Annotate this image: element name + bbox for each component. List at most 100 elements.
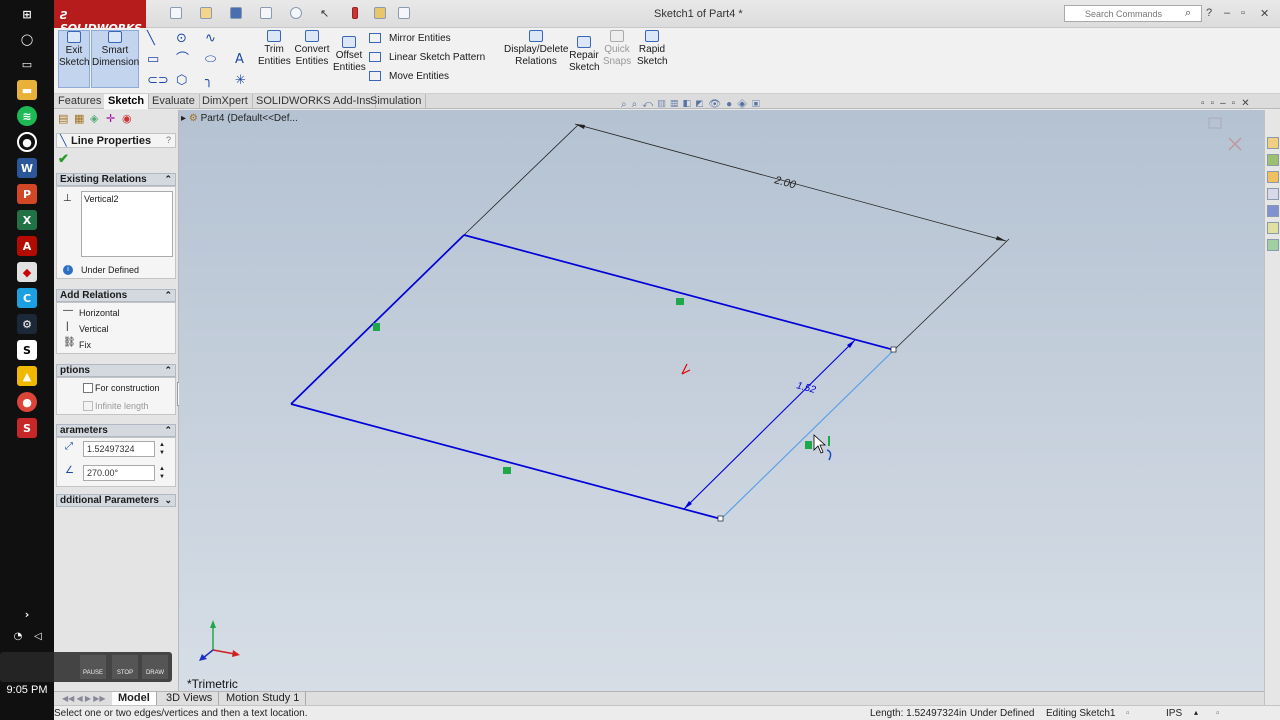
collapse-chevron-icon[interactable]: ⌃ [164,425,172,436]
spline-tool-icon[interactable]: ∿ [205,32,216,45]
dimxpert-tab-icon[interactable]: ✛ [106,112,115,125]
angle-input[interactable]: 270.00° [83,465,155,481]
length-spinner[interactable]: ▲ ▼ [159,441,165,457]
move-entities-button[interactable]: Move Entities [369,71,449,82]
graphics-area[interactable]: ▸ ⚙ Part4 (Default<<Def... ⌕⌕↶▥▦◧◩👁●◈▣ ▫… [179,98,1264,705]
panel-help-icon[interactable]: ? [166,135,171,145]
hide-show-icon[interactable]: 👁 [708,99,726,110]
tab-motion-study-1[interactable]: Motion Study 1 [220,692,307,705]
ok-checkmark-icon[interactable]: ✔ [58,151,69,167]
view-settings-icon[interactable]: ▣ [752,99,765,110]
spotify-icon[interactable]: ≋ [17,106,37,126]
expand-chevron-icon[interactable]: ⌄ [164,495,172,506]
add-fix-relation[interactable]: Fix [79,340,91,350]
tab-evaluate[interactable]: Evaluate [148,94,200,109]
tab-sketch[interactable]: Sketch [104,94,150,109]
viewport-minimize-icon[interactable]: – [1220,98,1232,109]
viewport-restore-icon[interactable]: ▫ [1201,98,1211,109]
task-view-icon[interactable]: ▭ [17,54,37,74]
fillet-tool-icon[interactable]: ╮ [205,74,213,87]
dynamic-annotation-icon[interactable]: ▦ [671,99,684,110]
steam-icon[interactable]: ⚙ [17,314,37,334]
tab-simulation[interactable]: Simulation [366,94,427,109]
scene-icon[interactable]: ◈ [737,99,752,110]
existing-relations-header[interactable]: Existing Relations ⌃ [56,173,176,186]
trim-entities-button[interactable]: Trim Entities [258,30,291,68]
mirror-entities-button[interactable]: Mirror Entities [369,33,451,44]
draw-button[interactable]: DRAW [142,655,168,679]
additional-parameters-header[interactable]: dditional Parameters ⌄ [56,494,176,507]
convert-entities-button[interactable]: Convert Entities [292,30,332,68]
view-palette-icon[interactable] [1267,188,1279,200]
zoom-area-icon[interactable]: ⌕ [632,99,643,110]
system-clock[interactable]: 9:05 PM [0,684,54,696]
status-tooltip-icon[interactable]: ▫ [1216,708,1220,719]
vertical-relation-glyph[interactable] [373,323,380,331]
chevron-right-icon[interactable]: › [17,604,37,624]
relations-list[interactable]: Vertical2 [81,191,173,257]
dimension-value-1-52[interactable]: 1.52 [795,380,817,396]
search-icon[interactable]: ⌕ [1185,7,1191,20]
horizontal-relation-glyph[interactable] [503,467,511,474]
maximize-icon[interactable]: ▫ [1241,7,1245,19]
quick-snaps-button[interactable]: Quick Snaps [602,30,632,68]
smart-dimension-button[interactable]: Smart Dimension [91,30,139,88]
file-explorer-pane-icon[interactable] [1267,171,1279,183]
collapse-chevron-icon[interactable]: ⌃ [164,365,172,376]
tab-features[interactable]: Features [54,94,107,109]
sketch-line-right-selected[interactable] [720,349,895,520]
arc-tool-icon[interactable]: ⌒ [176,53,189,66]
exit-sketch-button[interactable]: Exit Sketch [58,30,90,88]
save-icon[interactable] [230,7,242,19]
parameters-header[interactable]: arameters ⌃ [56,424,176,437]
excel-icon[interactable]: X [17,210,37,230]
new-document-icon[interactable] [170,7,182,19]
display-delete-relations-button[interactable]: Display/Delete Relations [504,30,568,68]
point-tool-icon[interactable]: ✳ [235,74,246,87]
select-arrow-icon[interactable]: ↖ [320,7,332,20]
rectangle-tool-icon[interactable]: ▭ [147,53,159,66]
sketch-rectangle[interactable] [290,234,897,522]
text-tool-icon[interactable]: A [235,53,244,66]
collapse-chevron-icon[interactable]: ⌃ [164,290,172,301]
powerpoint-icon[interactable]: P [17,184,37,204]
solidworks-logo[interactable]: Ƨ SOLIDWORKS [54,0,146,35]
sketch-line-bottom[interactable] [290,403,722,520]
tab-model[interactable]: Model [112,692,157,705]
line-tool-icon[interactable]: ╲ [147,32,155,45]
slot-tool-icon[interactable]: ⊂⊃ [147,74,169,87]
tab-dimxpert[interactable]: DimXpert [198,94,253,109]
ftp-icon[interactable]: ▲ [17,366,37,386]
solidworks-icon[interactable]: Ѕ [17,340,37,360]
display-tab-icon[interactable]: ◉ [122,112,132,125]
solidworks-2016-icon[interactable]: S [17,418,37,438]
camtasia-icon[interactable]: ◆ [17,262,37,282]
custom-properties-icon[interactable] [1267,222,1279,234]
stop-button[interactable]: STOP [112,655,138,679]
collapse-chevron-icon[interactable]: ⌃ [164,174,172,185]
media-icon[interactable]: ● [17,132,37,152]
dimension-value-2-00[interactable]: 2.00 [772,174,798,192]
word-icon[interactable]: W [17,158,37,178]
ellipse-tool-icon[interactable]: ⬭ [205,53,216,66]
section-view-icon[interactable]: ▥ [658,99,671,110]
chrome-icon[interactable]: ● [17,392,37,412]
display-style-icon[interactable]: ◩ [696,99,709,110]
add-horizontal-relation[interactable]: Horizontal [79,308,120,318]
volume-icon[interactable]: ◁ [30,626,46,646]
property-manager-tab-icon[interactable]: ▦ [74,112,84,125]
cortana-icon[interactable]: ◯ [17,29,37,49]
pause-button[interactable]: PAUSE [80,655,106,679]
rapid-sketch-button[interactable]: Rapid Sketch [637,30,668,68]
open-folder-icon[interactable] [200,7,212,19]
start-icon[interactable]: ⊞ [17,4,37,24]
file-properties-icon[interactable] [374,7,386,19]
configuration-tab-icon[interactable]: ◈ [90,112,98,125]
options-header[interactable]: ptions ⌃ [56,364,176,377]
search-commands-input[interactable]: Search Commands [1064,5,1202,22]
minimize-icon[interactable]: – [1224,7,1230,19]
sketch-line-top[interactable] [463,234,895,351]
rebuild-status-icon[interactable]: ▫ [1126,708,1130,719]
network-icon[interactable]: ◔ [10,626,26,646]
offset-entities-button[interactable]: Offset Entities [333,36,366,74]
